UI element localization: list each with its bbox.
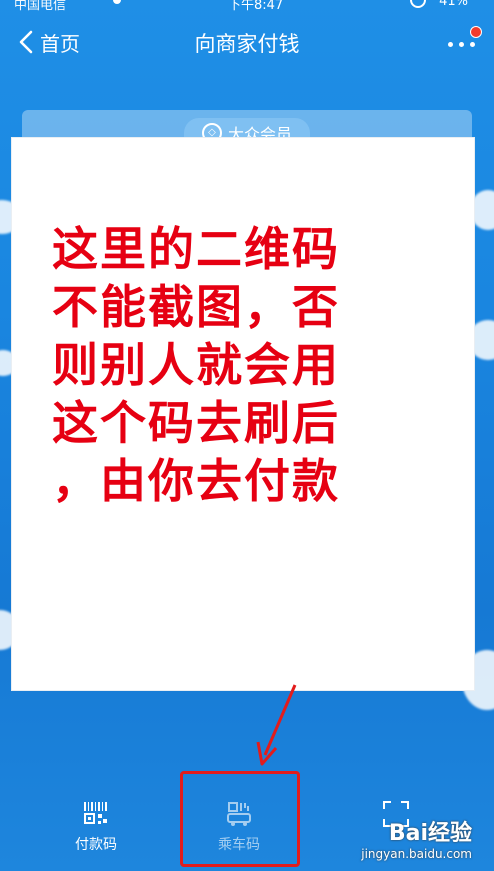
location-icon bbox=[410, 0, 426, 8]
watermark: Bai经验 jingyan.baidu.com bbox=[361, 815, 472, 861]
wifi-icon bbox=[113, 0, 121, 4]
more-dot-icon bbox=[448, 42, 453, 47]
notice-text: 这里的二维码 不能截图，否 则别人就会用 这个码去刷后 ，由你去付款 bbox=[52, 220, 452, 510]
notice-line: ，由你去付款 bbox=[52, 454, 340, 508]
annotation-highlight-box bbox=[180, 771, 300, 867]
more-dot-icon bbox=[459, 42, 464, 47]
status-time: 下午8:47 bbox=[228, 0, 284, 13]
more-dot-icon bbox=[470, 42, 475, 47]
notice-overlay: 这里的二维码 不能截图，否 则别人就会用 这个码去刷后 ，由你去付款 bbox=[12, 138, 474, 690]
notice-line: 这个码去刷后 bbox=[52, 396, 340, 450]
barcode-qr-icon bbox=[82, 800, 110, 828]
notification-badge bbox=[470, 26, 482, 38]
status-bar: 中国电信 下午8:47 41% bbox=[0, 0, 494, 14]
tab-label: 付款码 bbox=[75, 837, 117, 853]
more-menu-button[interactable] bbox=[444, 26, 482, 54]
carrier-label: 中国电信 bbox=[14, 0, 67, 13]
watermark-brand: Bai经验 bbox=[388, 821, 472, 846]
notice-line: 则别人就会用 bbox=[52, 338, 340, 392]
notice-line: 这里的二维码 bbox=[52, 222, 340, 276]
nav-bar: 首页 向商家付钱 bbox=[0, 20, 494, 64]
tab-payment-code[interactable]: 付款码 bbox=[56, 800, 136, 854]
page-title: 向商家付钱 bbox=[194, 32, 300, 56]
watermark-url: jingyan.baidu.com bbox=[361, 847, 472, 861]
notice-line: 不能截图，否 bbox=[52, 280, 340, 334]
battery-label: 41% bbox=[439, 0, 468, 9]
annotation-arrow bbox=[256, 684, 297, 766]
